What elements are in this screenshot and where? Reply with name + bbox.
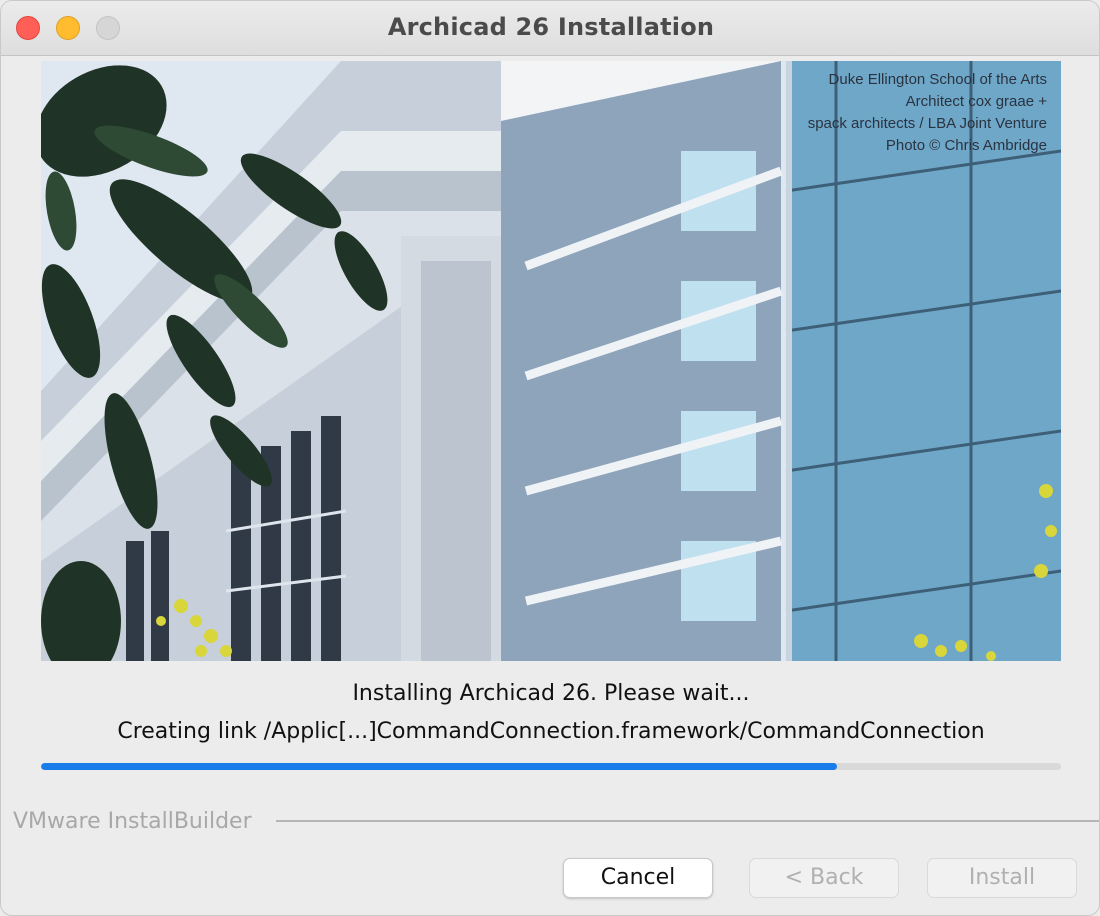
progress-bar — [41, 763, 1061, 770]
photo-credit-line: spack architects / LBA Joint Venture — [807, 115, 1047, 132]
cancel-button[interactable]: Cancel — [563, 858, 713, 898]
installbuilder-brand: VMware InstallBuilder — [13, 809, 252, 834]
photo-credit-line: Photo © Chris Ambridge — [885, 137, 1047, 154]
installer-window: Archicad 26 Installation Duke Ellington … — [0, 0, 1100, 916]
photo-credit: Duke Ellington School of the Arts Archit… — [808, 69, 1047, 157]
footer-divider — [276, 820, 1099, 822]
install-detail-text: Creating link /Applic[...]CommandConnect… — [117, 719, 985, 744]
install-status-text: Installing Archicad 26. Please wait... — [352, 681, 750, 706]
progress-bar-fill — [41, 763, 837, 770]
photo-credit-line: Duke Ellington School of the Arts — [828, 71, 1047, 88]
window-title: Archicad 26 Installation — [387, 13, 715, 41]
install-button[interactable]: Install — [927, 858, 1077, 898]
title-bar: Archicad 26 Installation — [1, 1, 1099, 56]
back-button[interactable]: < Back — [749, 858, 899, 898]
banner-image: Duke Ellington School of the Arts Archit… — [41, 61, 1061, 661]
photo-credit-line: Architect cox graae + — [905, 93, 1047, 110]
